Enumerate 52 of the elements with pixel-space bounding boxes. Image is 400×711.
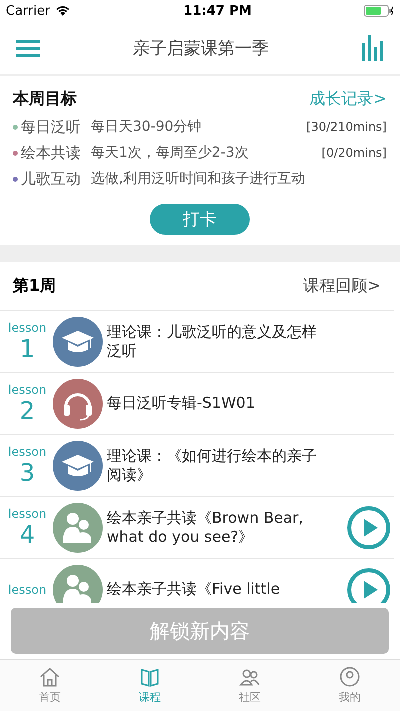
- section-title: 本周目标: [13, 88, 77, 110]
- headphones-icon: [53, 378, 103, 428]
- unlock-content-button[interactable]: 解锁新内容: [11, 608, 389, 654]
- week-title: 第1周: [13, 276, 56, 296]
- goal-description: 选做,利用泛听时间和孩子进行互动: [91, 170, 306, 188]
- book-icon: [139, 666, 161, 688]
- lesson-row[interactable]: lesson 1 理论课：儿歌泛听的意义及怎样泛听: [0, 311, 394, 373]
- tab-item[interactable]: 课程: [120, 666, 180, 705]
- course-review-link[interactable]: 课程回顾>: [304, 276, 381, 296]
- carrier-label: Carrier: [6, 4, 50, 18]
- tab-item[interactable]: 社区: [220, 666, 280, 705]
- graduation-cap-icon: [53, 316, 103, 366]
- lesson-title: 绘本亲子共读《Brown Bear, what do you see?》: [107, 508, 304, 546]
- lesson-title: 绘本亲子共读《Five little: [107, 580, 282, 599]
- tab-item[interactable]: 首页: [20, 666, 80, 705]
- tab-item[interactable]: 我的: [320, 666, 380, 705]
- parent-child-icon: [53, 502, 103, 552]
- lesson-title: 每日泛听专辑-S1W01: [107, 394, 256, 413]
- lesson-number: 1: [20, 334, 36, 362]
- lesson-number: 2: [20, 396, 36, 424]
- wifi-icon: [55, 5, 72, 17]
- status-time: 11:47 PM: [184, 4, 252, 18]
- goal-minutes-text: [30/210mins]: [306, 120, 387, 134]
- lesson-label: lesson: [8, 582, 47, 596]
- battery-icon: [364, 5, 394, 17]
- house-icon: [39, 666, 61, 688]
- lesson-row[interactable]: lesson 4 绘本亲子共读《Brown Bear, what do you see?》: [0, 497, 394, 559]
- lesson-title: 理论课：《如何进行绘本的亲子阅读》: [107, 446, 318, 484]
- goal-name: 绘本共读: [21, 144, 81, 162]
- goal-description: 每日天30-90分钟: [91, 118, 203, 136]
- play-icon[interactable]: [347, 568, 391, 603]
- lesson-row[interactable]: lesson 2 每日泛听专辑-S1W01: [0, 373, 394, 435]
- lesson-number: 3: [20, 458, 36, 486]
- lesson-label: lesson: [8, 506, 47, 520]
- lesson-row[interactable]: lesson 3 理论课：《如何进行绘本的亲子阅读》: [0, 435, 394, 497]
- graduation-cap-icon: [53, 440, 103, 490]
- play-icon[interactable]: [347, 506, 391, 550]
- screen-title: 亲子启蒙课第一季: [133, 38, 269, 60]
- goal-name: 儿歌互动: [21, 170, 81, 188]
- lesson-title: 理论课：儿歌泛听的意义及怎样泛听: [107, 322, 318, 360]
- bar-chart-icon[interactable]: [362, 35, 384, 61]
- goal-name: 每日泛听: [21, 118, 81, 136]
- goal-description: 每天1次，每周至少2-3次: [91, 144, 250, 162]
- person-icon: [339, 666, 361, 688]
- growth-record-link[interactable]: 成长记录>: [310, 88, 387, 110]
- lesson-label: lesson: [8, 320, 47, 334]
- lesson-label: lesson: [8, 382, 47, 396]
- menu-icon[interactable]: [16, 39, 40, 57]
- lesson-number: 4: [20, 520, 36, 548]
- check-in-button[interactable]: 打卡: [150, 204, 250, 235]
- goal-minutes-text: [0/20mins]: [322, 146, 387, 160]
- lesson-label: lesson: [8, 444, 47, 458]
